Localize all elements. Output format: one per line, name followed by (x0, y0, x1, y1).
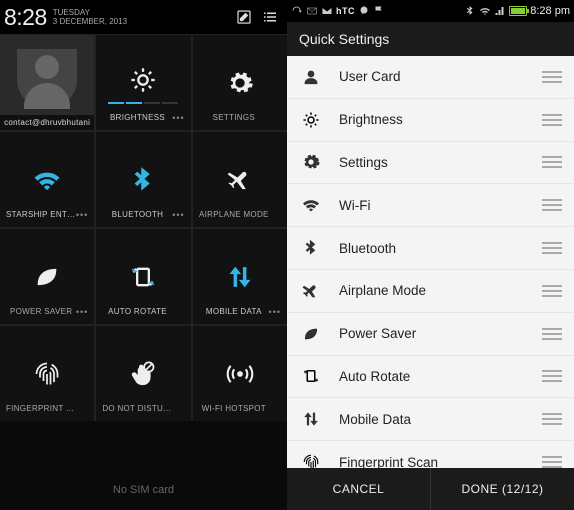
brightness-level (108, 102, 178, 104)
date: TUESDAY 3 DECEMBER, 2013 (53, 8, 127, 26)
item-label: Bluetooth (339, 241, 542, 256)
mobiledata-tile[interactable]: MOBILE DATA ••• (193, 229, 287, 324)
footer-bar: CANCEL DONE (12/12) (287, 468, 574, 510)
status-bar: 8:28 TUESDAY 3 DECEMBER, 2013 (0, 0, 287, 35)
more-icon[interactable]: ••• (172, 113, 184, 123)
drag-handle-icon[interactable] (542, 413, 562, 425)
list-item[interactable]: Bluetooth (287, 227, 574, 269)
leaf-icon (33, 263, 61, 291)
hotspot-tile[interactable]: WI-FI HOTSPOT (193, 326, 287, 421)
item-label: Auto Rotate (339, 369, 542, 384)
item-label: User Card (339, 69, 542, 84)
drag-handle-icon[interactable] (542, 328, 562, 340)
avatar-icon (17, 49, 77, 109)
more-icon[interactable]: ••• (76, 307, 88, 317)
wifi-icon (301, 196, 321, 214)
hand-block-icon (129, 360, 157, 388)
drag-handle-icon[interactable] (542, 156, 562, 168)
drag-handle-icon[interactable] (542, 370, 562, 382)
drag-handle-icon[interactable] (542, 114, 562, 126)
gear-icon (226, 69, 254, 97)
autorotate-icon (301, 367, 321, 385)
status-bar: hTC 8:28 pm (287, 0, 574, 22)
fingerprint-tile[interactable]: FINGERPRINT SCAN (0, 326, 94, 421)
drag-handle-icon[interactable] (542, 456, 562, 468)
quick-settings-panel: 8:28 TUESDAY 3 DECEMBER, 2013 contact@dh… (0, 0, 287, 510)
mail-icon (306, 5, 318, 17)
list-item[interactable]: Power Saver (287, 313, 574, 355)
profile-tile[interactable]: contact@dhruvbhutani (0, 35, 94, 130)
data-icon (226, 263, 254, 291)
status-time: 8:28 pm (530, 5, 570, 17)
bluetooth-tile[interactable]: BLUETOOTH ••• (96, 132, 190, 227)
drag-handle-icon[interactable] (542, 242, 562, 254)
powersaver-icon (301, 325, 321, 343)
flag-icon (373, 5, 385, 17)
wifi-tile[interactable]: Starship Enterprise ••• (0, 132, 94, 227)
edit-quick-settings-screen: hTC 8:28 pm Quick Settings User Card Bri… (287, 0, 574, 510)
item-label: Airplane Mode (339, 283, 542, 298)
list-item[interactable]: Fingerprint Scan (287, 441, 574, 468)
footer-status: No SIM card (0, 471, 287, 510)
list-item[interactable]: Airplane Mode (287, 270, 574, 312)
profile-label: contact@dhruvbhutani (0, 115, 94, 130)
blank-area (0, 421, 287, 470)
user-icon (301, 68, 321, 86)
settings-tile[interactable]: SETTINGS (193, 35, 287, 130)
mobiledata-icon (301, 410, 321, 428)
wifi-status-icon (479, 5, 491, 17)
list-item[interactable]: Brightness (287, 99, 574, 141)
more-icon[interactable]: ••• (76, 210, 88, 220)
list-item[interactable]: Wi-Fi (287, 184, 574, 226)
chat-icon (358, 5, 370, 17)
sync-icon (291, 5, 303, 17)
item-label: Wi-Fi (339, 198, 542, 213)
page-title: Quick Settings (287, 22, 574, 56)
wifi-icon (33, 166, 61, 194)
drag-handle-icon[interactable] (542, 71, 562, 83)
more-icon[interactable]: ••• (269, 307, 281, 317)
hotspot-icon (226, 360, 254, 388)
rotate-icon (129, 263, 157, 291)
airplane-icon (301, 282, 321, 300)
list-item[interactable]: User Card (287, 56, 574, 98)
drag-handle-icon[interactable] (542, 285, 562, 297)
bluetooth-status-icon (464, 5, 476, 17)
cancel-button[interactable]: CANCEL (287, 468, 431, 510)
brightness-tile[interactable]: BRIGHTNESS ••• (96, 35, 190, 130)
autorotate-tile[interactable]: AUTO ROTATE (96, 229, 190, 324)
powersaver-tile[interactable]: POWER SAVER ••• (0, 229, 94, 324)
airplane-tile[interactable]: AIRPLANE MODE (193, 132, 287, 227)
fingerprint-icon (301, 453, 321, 468)
clock: 8:28 (4, 4, 47, 31)
brightness-icon (301, 111, 321, 129)
list-item[interactable]: Settings (287, 142, 574, 184)
item-label: Power Saver (339, 326, 542, 341)
dnd-tile[interactable]: DO NOT DISTURB (96, 326, 190, 421)
edit-icon[interactable] (235, 8, 253, 26)
item-label: Settings (339, 155, 542, 170)
list-icon[interactable] (261, 8, 279, 26)
drag-handle-icon[interactable] (542, 199, 562, 211)
more-icon[interactable]: ••• (172, 210, 184, 220)
bluetooth-icon (129, 166, 157, 194)
gmail-icon (321, 5, 333, 17)
item-label: Mobile Data (339, 412, 542, 427)
bluetooth-icon (301, 239, 321, 257)
list-item[interactable]: Auto Rotate (287, 356, 574, 398)
settings-icon (301, 153, 321, 171)
item-label: Fingerprint Scan (339, 455, 542, 468)
list-item[interactable]: Mobile Data (287, 398, 574, 440)
settings-list[interactable]: User Card Brightness Settings Wi-Fi Blue… (287, 56, 574, 468)
done-button[interactable]: DONE (12/12) (431, 468, 574, 510)
signal-icon (494, 5, 506, 17)
htc-logo: hTC (336, 6, 355, 16)
brightness-icon (129, 66, 157, 94)
airplane-icon (226, 166, 254, 194)
item-label: Brightness (339, 112, 542, 127)
fingerprint-icon (33, 360, 61, 388)
tiles-grid: contact@dhruvbhutani BRIGHTNESS ••• SETT… (0, 35, 287, 421)
battery-icon (509, 6, 527, 16)
